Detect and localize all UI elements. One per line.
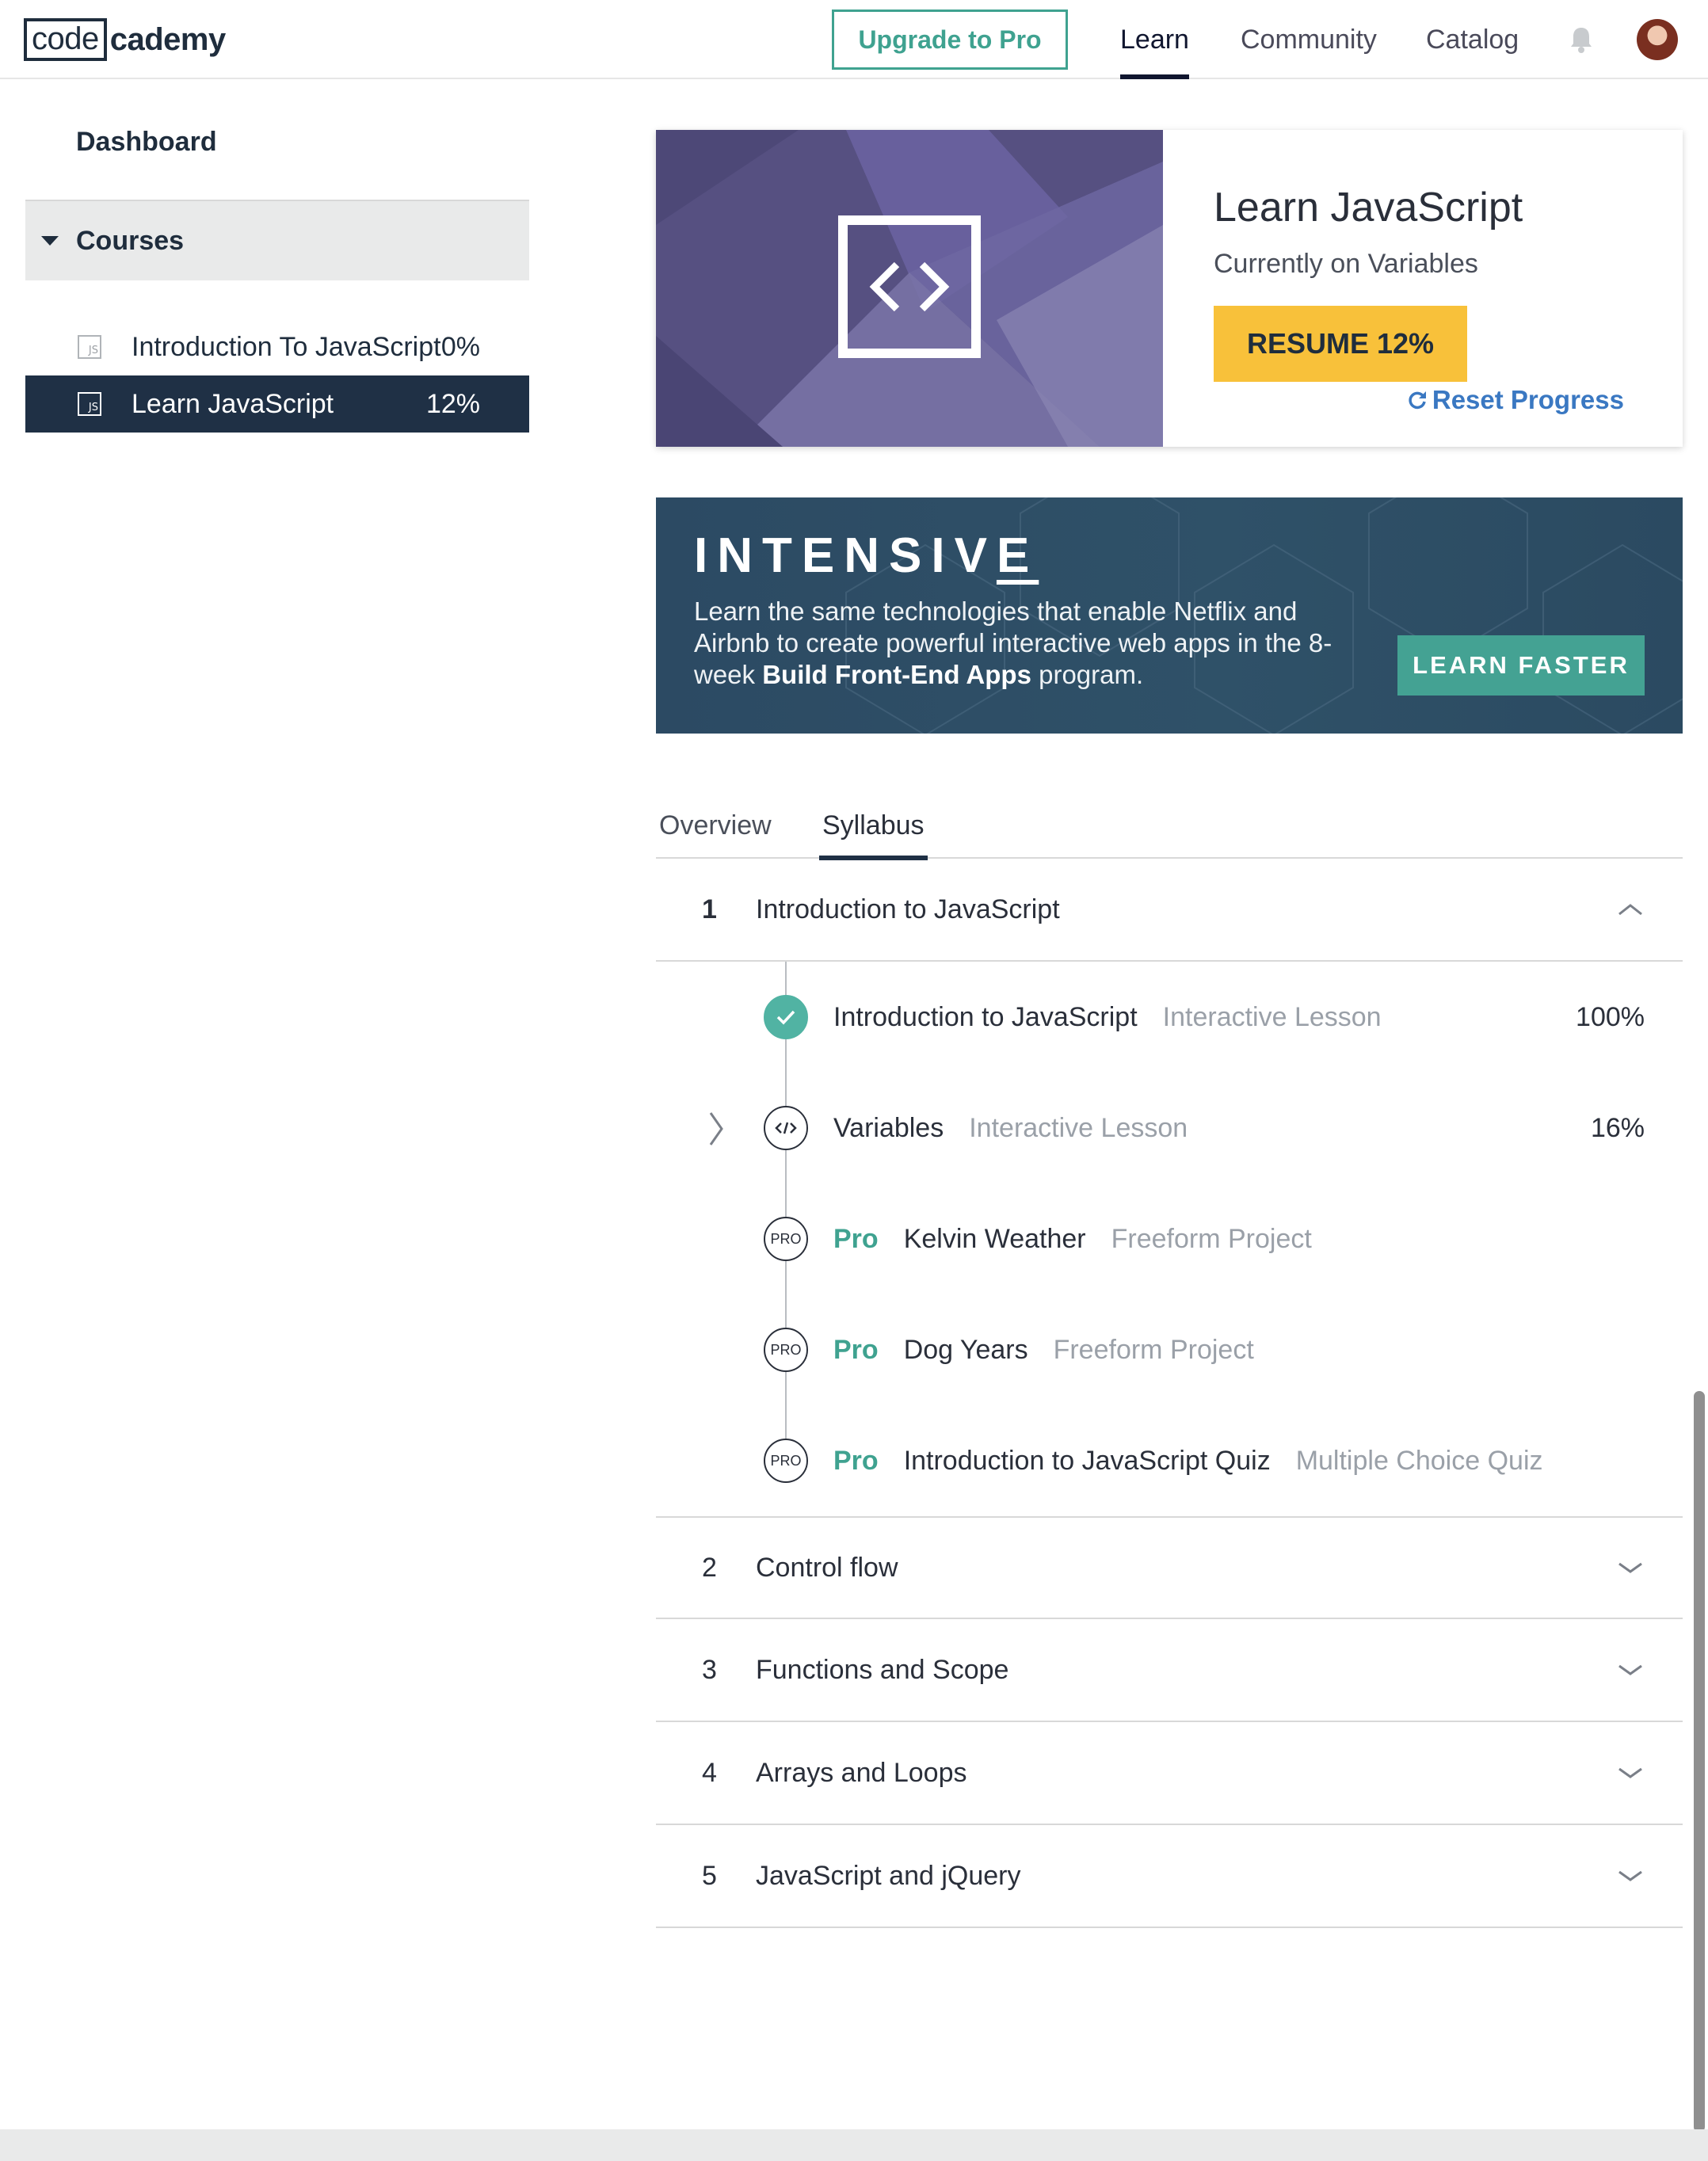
- syllabus-unit-4[interactable]: 4 Arrays and Loops: [656, 1722, 1683, 1825]
- syllabus-unit-2[interactable]: 2 Control flow: [656, 1516, 1683, 1619]
- avatar[interactable]: [1637, 19, 1678, 60]
- pro-badge-icon: PRO: [764, 1328, 808, 1372]
- unit-title: Control flow: [756, 1552, 898, 1583]
- bell-icon[interactable]: [1569, 25, 1594, 54]
- chevron-up-icon[interactable]: [1618, 903, 1643, 916]
- lesson-percent: 100%: [1576, 1001, 1645, 1032]
- chevron-down-icon[interactable]: [1618, 1869, 1643, 1882]
- nav-community[interactable]: Community: [1241, 0, 1377, 79]
- lesson-name: Introduction to JavaScript Quiz: [903, 1445, 1271, 1476]
- intensive-program-name: Build Front-End Apps: [762, 660, 1031, 689]
- reset-progress-label: Reset Progress: [1432, 385, 1624, 414]
- syllabus-unit-1[interactable]: 1 Introduction to JavaScript: [656, 859, 1683, 962]
- lesson-type: Multiple Choice Quiz: [1295, 1445, 1543, 1476]
- lesson-name: Variables: [833, 1112, 944, 1143]
- lesson-name: Dog Years: [903, 1334, 1028, 1365]
- chevron-right-icon[interactable]: [707, 1111, 726, 1147]
- intensive-title-last-letter: E: [996, 528, 1039, 583]
- intensive-text-2: program.: [1031, 660, 1144, 689]
- page-scrollbar[interactable]: [1694, 1391, 1705, 2132]
- lesson-type: Interactive Lesson: [969, 1112, 1188, 1143]
- sidebar-item-label: Introduction To JavaScript: [132, 331, 441, 362]
- lesson-info: Pro Dog Years Freeform Project: [833, 1310, 1254, 1389]
- unit-title: Functions and Scope: [756, 1654, 1009, 1685]
- intensive-description: Learn the same technologies that enable …: [694, 596, 1375, 691]
- course-tabs: Overview Syllabus: [656, 792, 1683, 860]
- sidebar-dashboard-link[interactable]: Dashboard: [76, 127, 217, 158]
- sidebar-item-intro-to-javascript[interactable]: JS Introduction To JavaScript 0%: [25, 318, 529, 375]
- pro-label: Pro: [833, 1223, 879, 1254]
- codecademy-logo[interactable]: code cademy: [24, 17, 226, 62]
- js-course-icon: JS: [78, 392, 101, 416]
- lesson-info: Variables Interactive Lesson: [833, 1088, 1188, 1168]
- unit-title: Arrays and Loops: [756, 1757, 967, 1788]
- chevron-down-icon[interactable]: [1618, 1767, 1643, 1779]
- lesson-name: Kelvin Weather: [903, 1223, 1086, 1254]
- unit-title: JavaScript and jQuery: [756, 1860, 1021, 1891]
- chevron-down-icon[interactable]: [1618, 1664, 1643, 1676]
- upgrade-to-pro-button[interactable]: Upgrade to Pro: [832, 10, 1068, 70]
- pro-badge-icon: PRO: [764, 1217, 808, 1261]
- lesson-name: Introduction to JavaScript: [833, 1001, 1138, 1032]
- lesson-info: Pro Kelvin Weather Freeform Project: [833, 1199, 1312, 1279]
- course-artwork: [656, 130, 1163, 447]
- lesson-info: Pro Introduction to JavaScript Quiz Mult…: [833, 1421, 1543, 1500]
- resume-course-button[interactable]: RESUME 12%: [1214, 306, 1467, 382]
- sidebar-item-percent: 12%: [425, 388, 480, 419]
- pro-badge-icon: PRO: [764, 1439, 808, 1483]
- top-navbar: code cademy Upgrade to Pro Learn Communit…: [0, 0, 1708, 79]
- lesson-type: Interactive Lesson: [1162, 1001, 1382, 1032]
- caret-down-icon: [41, 236, 59, 246]
- nav-learn[interactable]: Learn: [1120, 0, 1189, 79]
- intensive-title: INTENSIVE: [694, 528, 1039, 584]
- intensive-banner: INTENSIVE Learn the same technologies th…: [656, 497, 1683, 734]
- syllabus-unit-3[interactable]: 3 Functions and Scope: [656, 1619, 1683, 1722]
- unit-title: Introduction to JavaScript: [756, 894, 1060, 924]
- logo-code: code: [24, 18, 107, 61]
- refresh-icon: [1409, 391, 1426, 410]
- footer-band: [0, 2129, 1708, 2161]
- js-course-icon: JS: [78, 335, 101, 359]
- lesson-percent: 16%: [1590, 1112, 1645, 1143]
- course-card: Learn JavaScript Currently on Variables …: [656, 130, 1683, 447]
- intensive-title-main: INTENSIV: [694, 528, 997, 583]
- logo-cademy: cademy: [109, 21, 226, 57]
- sidebar-courses-toggle[interactable]: Courses: [25, 200, 529, 280]
- unit-number: 1: [702, 894, 717, 924]
- sidebar-courses-label: Courses: [76, 225, 185, 256]
- chevron-down-icon[interactable]: [1618, 1561, 1643, 1574]
- tab-syllabus[interactable]: Syllabus: [819, 792, 928, 860]
- sidebar-item-label: Learn JavaScript: [132, 388, 334, 419]
- pro-label: Pro: [833, 1445, 879, 1476]
- reset-progress-link[interactable]: Reset Progress: [1407, 385, 1624, 415]
- lesson-row[interactable]: Variables Interactive Lesson 16%: [656, 1088, 1683, 1168]
- course-current-lesson: Currently on Variables: [1214, 249, 1478, 279]
- unit-number: 5: [702, 1860, 717, 1891]
- unit-number: 2: [702, 1552, 717, 1583]
- nav-catalog[interactable]: Catalog: [1426, 0, 1519, 79]
- lesson-row[interactable]: Introduction to JavaScript Interactive L…: [656, 978, 1683, 1057]
- lesson-row[interactable]: PRO Pro Kelvin Weather Freeform Project: [656, 1199, 1683, 1279]
- sidebar-item-percent: 0%: [440, 331, 480, 362]
- pro-label: Pro: [833, 1334, 879, 1365]
- lesson-row[interactable]: PRO Pro Dog Years Freeform Project: [656, 1310, 1683, 1389]
- unit-number: 4: [702, 1757, 717, 1788]
- lesson-info: Introduction to JavaScript Interactive L…: [833, 978, 1382, 1057]
- tab-overview[interactable]: Overview: [659, 792, 772, 859]
- unit-number: 3: [702, 1654, 717, 1685]
- code-circle-icon: [764, 1106, 808, 1150]
- syllabus-unit-5[interactable]: 5 JavaScript and jQuery: [656, 1825, 1683, 1928]
- course-title: Learn JavaScript: [1214, 185, 1523, 231]
- learn-faster-button[interactable]: LEARN FASTER: [1397, 635, 1645, 696]
- lesson-type: Freeform Project: [1053, 1334, 1254, 1365]
- lesson-row[interactable]: PRO Pro Introduction to JavaScript Quiz …: [656, 1421, 1683, 1500]
- check-circle-icon: [764, 995, 808, 1039]
- sidebar-item-learn-javascript[interactable]: JS Learn JavaScript 12%: [25, 375, 529, 433]
- lesson-type: Freeform Project: [1111, 1223, 1312, 1254]
